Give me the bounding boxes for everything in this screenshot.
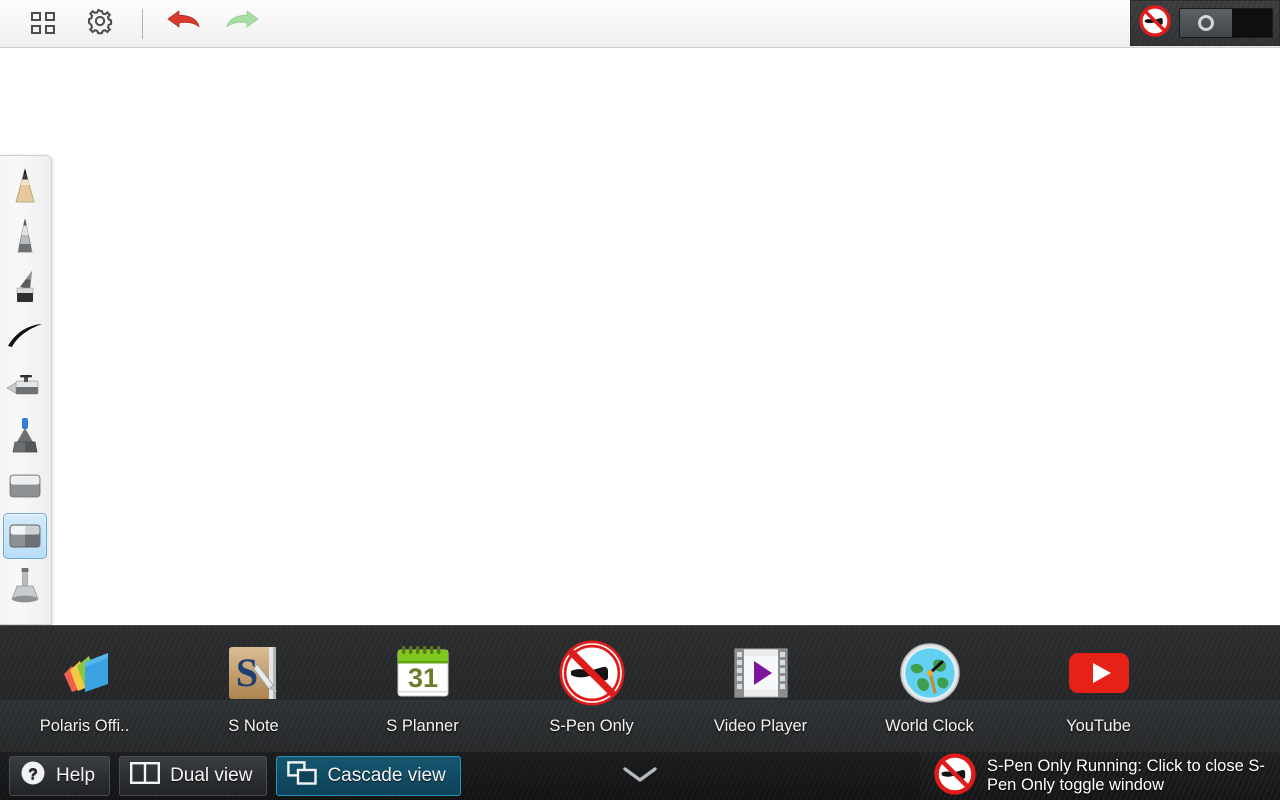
help-label: Help — [56, 765, 96, 786]
redo-button[interactable] — [213, 0, 269, 47]
chevron-down-icon — [619, 764, 661, 789]
cascade-view-icon — [287, 761, 318, 791]
note-canvas[interactable] — [0, 48, 1280, 625]
planner-day-number: 31 — [407, 663, 437, 693]
dock-collapse-handle[interactable] — [560, 752, 720, 800]
app-dock: Polaris Offi.. S S Note 31 S Planner S-P… — [0, 625, 1280, 752]
svg-text:S: S — [235, 650, 257, 695]
undo-arrow-icon — [165, 8, 205, 39]
brush-icon — [8, 267, 42, 305]
tool-pencil[interactable] — [3, 163, 47, 209]
pencil-icon — [8, 166, 42, 206]
tool-pen[interactable] — [3, 213, 47, 259]
dual-view-button[interactable]: Dual view — [119, 756, 268, 796]
dock-item-s-note[interactable]: S S Note — [169, 626, 338, 753]
no-hand-icon — [559, 640, 625, 706]
dock-item-youtube[interactable]: YouTube — [1014, 626, 1183, 753]
dock-item-video-player[interactable]: Video Player — [676, 626, 845, 753]
tool-brush[interactable] — [3, 263, 47, 309]
tool-highlighter[interactable] — [3, 413, 47, 459]
no-hand-icon — [1139, 4, 1171, 42]
s-planner-icon: 31 — [390, 640, 456, 706]
cascade-view-label: Cascade view — [327, 765, 446, 786]
highlighter-icon — [8, 416, 42, 456]
toast-message: S-Pen Only Running: Click to close S-Pen… — [987, 757, 1265, 794]
dock-label: World Clock — [885, 717, 974, 735]
toggle-knob-icon — [1198, 15, 1214, 31]
s-pen-only-toggle[interactable] — [1179, 8, 1273, 38]
settings-button[interactable] — [72, 0, 128, 47]
dock-label: YouTube — [1066, 717, 1131, 735]
stamp-icon — [9, 566, 41, 606]
dock-item-s-planner[interactable]: 31 S Planner — [338, 626, 507, 753]
toolbar-divider-1 — [142, 8, 143, 39]
tool-eraser[interactable] — [3, 463, 47, 509]
video-player-icon — [728, 640, 794, 706]
dock-label: S Planner — [386, 717, 459, 735]
question-mark-icon: ? — [20, 760, 46, 792]
redo-arrow-icon — [221, 8, 261, 39]
dual-view-label: Dual view — [170, 765, 253, 786]
cascade-view-button[interactable]: Cascade view — [276, 756, 461, 796]
s-pen-toast-notification[interactable]: S-Pen Only Running: Click to close S-Pen… — [920, 752, 1280, 800]
dock-label: Video Player — [713, 717, 808, 735]
top-toolbar — [0, 0, 1280, 48]
marker-icon — [4, 373, 46, 399]
polaris-office-icon — [52, 640, 118, 706]
dock-label: S-Pen Only — [549, 717, 634, 735]
toolbar-left-group — [0, 0, 269, 47]
s-pen-only-floating-widget[interactable] — [1130, 0, 1280, 46]
no-hand-icon — [934, 752, 976, 800]
dock-label: S Note — [228, 717, 279, 735]
toggle-off-side — [1232, 9, 1272, 37]
eraser-icon — [6, 471, 44, 501]
toggle-on-side — [1180, 9, 1232, 37]
tool-marker[interactable] — [3, 363, 47, 409]
calligraphy-stroke-icon — [5, 322, 45, 350]
dock-label: Polaris Offi.. — [39, 717, 130, 735]
eraser-all-icon — [6, 521, 44, 551]
apps-grid-button[interactable] — [16, 0, 72, 47]
pen-icon — [9, 216, 41, 256]
world-clock-icon — [897, 640, 963, 706]
svg-text:?: ? — [28, 766, 38, 783]
tool-calligraphy[interactable] — [3, 313, 47, 359]
undo-button[interactable] — [157, 0, 213, 47]
tool-stamp[interactable] — [3, 563, 47, 609]
tool-eraser-all[interactable] — [3, 513, 47, 559]
dock-item-polaris-office[interactable]: Polaris Offi.. — [0, 626, 169, 753]
dock-item-s-pen-only[interactable]: S-Pen Only — [507, 626, 676, 753]
dock-item-world-clock[interactable]: World Clock — [845, 626, 1014, 753]
apps-grid-icon — [31, 11, 57, 37]
gear-icon — [85, 6, 115, 41]
dual-view-icon — [130, 761, 161, 791]
youtube-icon — [1066, 640, 1132, 706]
s-note-icon: S — [221, 640, 287, 706]
help-button[interactable]: ? Help — [9, 756, 111, 796]
drawing-tool-panel — [0, 155, 52, 625]
